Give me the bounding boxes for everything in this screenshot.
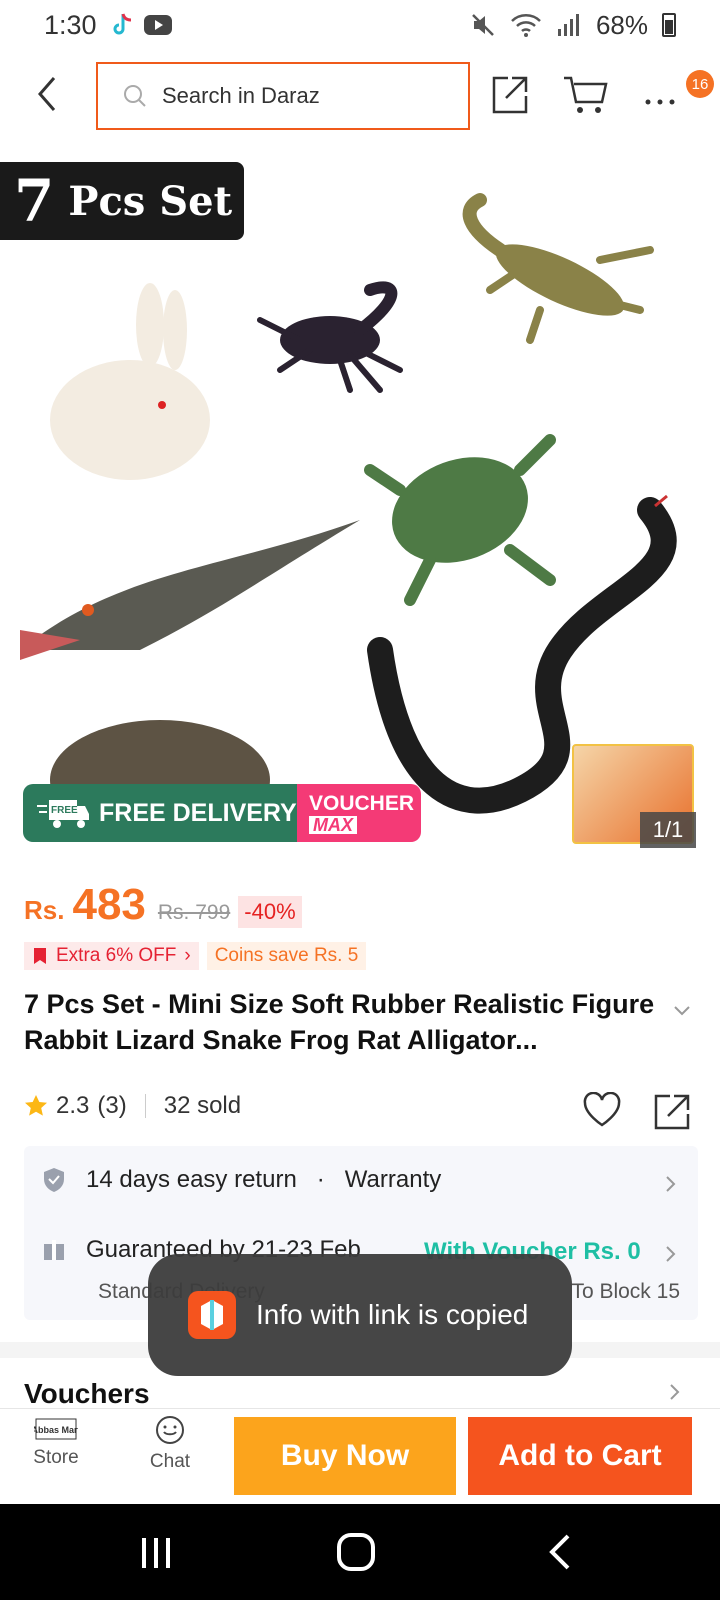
search-input[interactable]: Search in Daraz (96, 62, 470, 130)
youtube-icon (143, 15, 172, 35)
system-navigation-bar (0, 1504, 720, 1600)
status-time: 1:30 (44, 9, 97, 40)
recent-apps-icon[interactable] (138, 1532, 174, 1572)
back-arrow-icon[interactable] (28, 72, 68, 116)
frog-figure (364, 434, 556, 606)
extra-off-tag[interactable]: Extra 6% OFF › (24, 942, 199, 970)
dot-separator: · (316, 1166, 325, 1193)
chevron-right-icon[interactable] (666, 1246, 676, 1262)
rabbit-figure (50, 283, 210, 480)
store-label: Store (33, 1447, 79, 1468)
notification-badge: 16 (686, 70, 714, 98)
image-counter: 1/1 (640, 812, 696, 848)
original-price: Rs. 799 (157, 901, 231, 924)
max-text: MAX (309, 815, 357, 834)
vouchers-title[interactable]: Vouchers (24, 1378, 150, 1410)
rating-score: 2.3 (56, 1092, 90, 1119)
search-placeholder: Search in Daraz (162, 83, 320, 108)
status-bar: 1:30 68% (0, 0, 720, 50)
price-value: 483 (72, 880, 146, 929)
store-button[interactable]: Abbas Mart Store (16, 1415, 96, 1469)
discount-badge: -40% (238, 896, 302, 928)
shield-icon (44, 1168, 64, 1192)
product-image-gallery[interactable]: 7 Pcs Set FREE FREE DELIVERY VOUCHER MAX… (0, 150, 720, 866)
delivery-truck-icon: FREE (37, 800, 89, 828)
store-logo-text: Abbas Mart (34, 1425, 78, 1435)
rating-row[interactable]: 2.3 (3) 32 sold (24, 1092, 241, 1120)
store-logo-icon: Abbas Mart (34, 1418, 78, 1440)
coins-text: Coins save Rs. 5 (214, 945, 359, 966)
extra-off-text: Extra 6% OFF (56, 945, 177, 966)
price-row: Rs. 483 Rs. 799 -40% (24, 880, 302, 930)
buy-now-button[interactable]: Buy Now (234, 1417, 456, 1495)
alligator-figure (20, 520, 360, 660)
share-icon[interactable] (488, 72, 532, 116)
voucher-text: VOUCHER (309, 791, 415, 815)
free-delivery-text: FREE DELIVERY (99, 798, 297, 827)
add-to-cart-button[interactable]: Add to Cart (468, 1417, 692, 1495)
toast-text: Info with link is copied (256, 1299, 529, 1330)
share-product-icon[interactable] (652, 1092, 692, 1132)
divider (144, 1094, 146, 1118)
more-icon[interactable] (642, 72, 678, 116)
chevron-right-icon[interactable] (670, 1384, 680, 1400)
warranty-text: Warranty (344, 1166, 442, 1193)
battery-icon (662, 13, 676, 37)
signal-icon (557, 14, 579, 36)
bottom-action-bar: Abbas Mart Store Chat Buy Now Add to Car… (0, 1408, 720, 1504)
star-icon (25, 1095, 47, 1116)
chat-label: Chat (149, 1451, 191, 1472)
promo-tags: Extra 6% OFF › Coins save Rs. 5 (24, 942, 367, 970)
sold-count: 32 sold (163, 1092, 242, 1119)
mute-icon (472, 14, 494, 36)
promo-banner: FREE FREE DELIVERY VOUCHER MAX (23, 784, 421, 842)
battery-percent: 68% (595, 9, 648, 40)
search-icon (124, 85, 146, 107)
lizard-figure (462, 193, 654, 344)
wishlist-heart-icon[interactable] (582, 1092, 622, 1128)
return-warranty-row[interactable]: 14 days easy return · Warranty (42, 1166, 441, 1194)
cart-icon[interactable] (560, 72, 610, 116)
scorpion-figure (257, 281, 403, 393)
back-nav-icon[interactable] (546, 1532, 576, 1572)
product-title: 7 Pcs Set - Mini Size Soft Rubber Realis… (24, 989, 655, 1055)
chat-button[interactable]: Chat (130, 1415, 210, 1473)
chevron-right-icon: › (184, 945, 191, 966)
home-icon[interactable] (336, 1532, 376, 1572)
toast-message: Info with link is copied (148, 1254, 572, 1376)
coupon-icon (34, 948, 46, 964)
price-currency: Rs. (24, 895, 65, 925)
chevron-right-icon[interactable] (666, 1176, 676, 1192)
chevron-down-icon[interactable] (674, 1006, 690, 1016)
daraz-app-icon (188, 1291, 236, 1339)
top-header: Search in Daraz 16 (0, 58, 720, 134)
coins-tag: Coins save Rs. 5 (206, 942, 367, 970)
delivery-location-text: To Block 15 (571, 1280, 680, 1303)
rating-count: (3) (97, 1092, 127, 1119)
return-text: 14 days easy return (86, 1166, 297, 1193)
chat-icon (156, 1416, 184, 1444)
package-icon (44, 1240, 64, 1260)
wifi-icon (511, 14, 541, 37)
free-tag-text: FREE (51, 805, 78, 816)
tiktok-icon (113, 13, 131, 35)
